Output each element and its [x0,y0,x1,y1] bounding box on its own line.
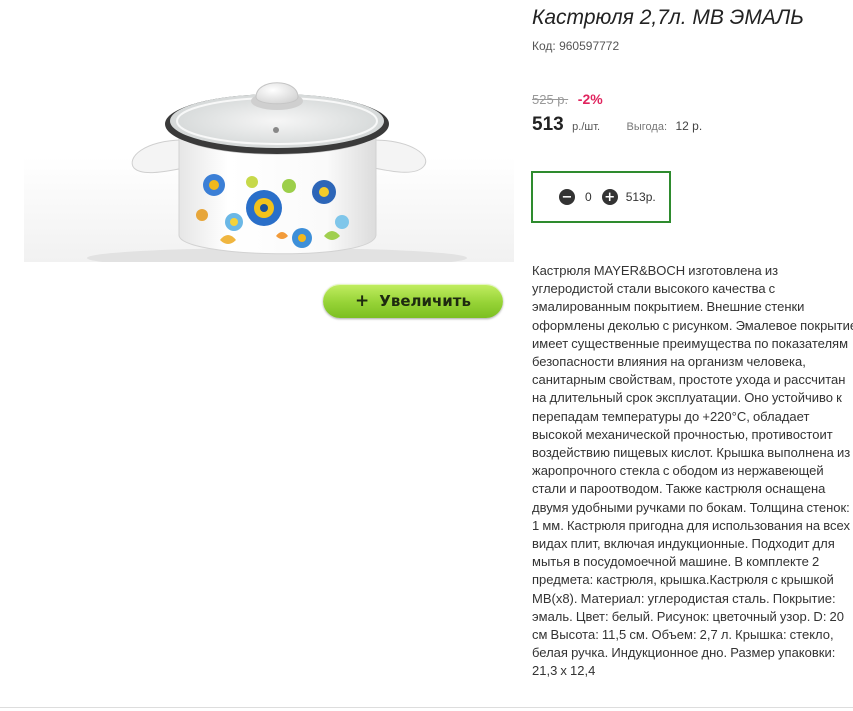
quantity-value: 0 [585,190,592,204]
price-row: 513 р./шт. Выгода: 12 р. [532,114,702,136]
price-unit: р./шт. [572,121,601,133]
quantity-stepper: − 0 + 513р. [531,171,671,223]
zoom-button-label: Увеличить [379,292,471,310]
current-price: 513 [532,114,564,135]
divider [0,707,853,708]
old-price: 525 р. [532,92,569,107]
quantity-total: 513р. [625,190,656,204]
zoom-button[interactable]: + Увеличить [323,284,503,318]
old-price-row: 525 р. -2% [532,91,603,107]
enamel-pot-illustration [87,82,467,262]
benefit-value: 12 р. [675,119,703,133]
plus-circle-icon[interactable]: + [601,189,618,205]
product-code: Код: 960597772 [532,39,620,53]
benefit-label: Выгода: [626,121,668,133]
plus-icon: + [355,291,370,311]
discount-badge: -2% [577,91,603,107]
product-title: Кастрюля 2,7л. МВ ЭМАЛЬ [532,6,804,29]
product-image[interactable] [24,0,514,262]
product-description: Кастрюля MAYER&BOCH изготовлена из углер… [532,263,853,679]
minus-circle-icon[interactable]: − [559,189,575,205]
